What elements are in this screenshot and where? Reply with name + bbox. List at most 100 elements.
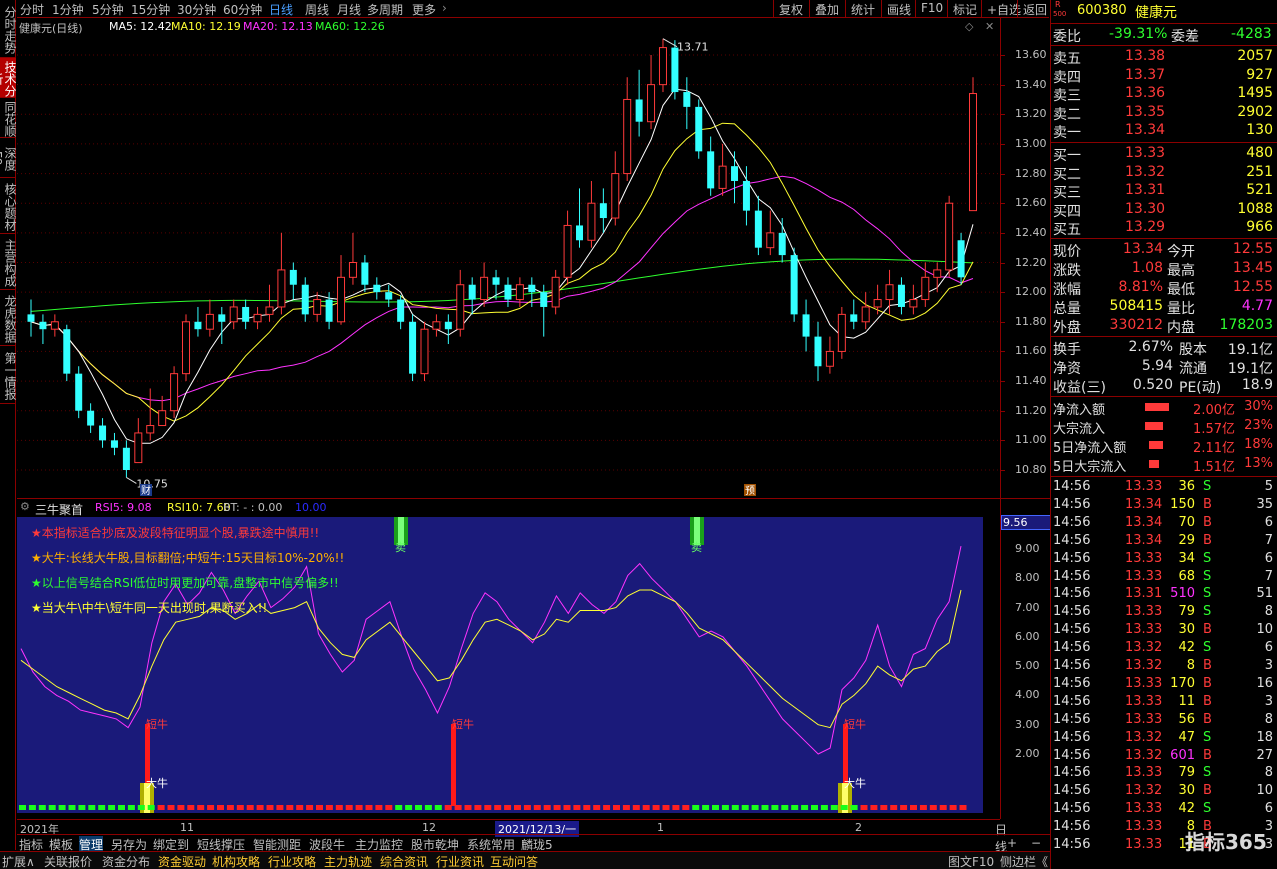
period-9[interactable]: 多周期 <box>367 1 403 18</box>
tick-count: 8 <box>1264 711 1273 727</box>
left-tab-4[interactable]: 核心题材 <box>0 178 17 234</box>
zoom-out-button[interactable]: − <box>1031 836 1041 850</box>
period-1[interactable]: 1分钟 <box>52 1 84 18</box>
extension-tab-2[interactable]: 资金分布 <box>102 853 150 869</box>
candle <box>957 232 965 285</box>
price-tick: 12.20 <box>1015 255 1047 269</box>
bid-row[interactable]: 买二 13.32 251 <box>1053 163 1275 183</box>
left-tab-0[interactable]: 分时走势 <box>0 0 17 58</box>
signal-strip-cell <box>504 805 512 810</box>
toolbar-btn-2[interactable]: 统计 <box>845 0 880 17</box>
ask-row[interactable]: 卖一 13.34 130 <box>1053 121 1275 141</box>
quote-label: 最高 <box>1167 263 1195 279</box>
bid-row[interactable]: 买四 13.30 1088 <box>1053 200 1275 220</box>
flow-row[interactable]: 大宗流入 1.57亿 23% <box>1053 417 1275 437</box>
tick-price: 13.33 <box>1125 819 1163 835</box>
ask-row[interactable]: 卖五 13.38 2057 <box>1053 47 1275 67</box>
period-0[interactable]: 分时 <box>20 1 44 18</box>
extension-tab-7[interactable]: 综合资讯 <box>380 853 428 869</box>
flow-row[interactable]: 5日大宗流入 1.51亿 13% <box>1053 455 1275 475</box>
period-2[interactable]: 5分钟 <box>92 1 124 18</box>
settings-icon[interactable]: ⚙ <box>20 500 30 513</box>
time-label: 11 <box>180 821 194 834</box>
sidebar-toggle[interactable]: 侧边栏《 <box>1000 853 1048 869</box>
toolbar-btn-4[interactable]: F10 <box>915 0 948 17</box>
extension-tab-4[interactable]: 机构攻略 <box>212 853 260 869</box>
period-10[interactable]: 更多 <box>412 1 436 18</box>
flow-row[interactable]: 净流入额 2.00亿 30% <box>1053 398 1275 418</box>
tick-row: 14:56 13.31 510 S 51 <box>1053 585 1275 603</box>
rsi5-value: RSI5: 9.08 <box>95 501 152 514</box>
candlestick-chart[interactable]: 健康元(日线) MA5: 12.42 MA10: 12.19 MA20: 12.… <box>17 18 1000 498</box>
left-tab-2[interactable]: 同花顺 <box>0 98 17 138</box>
period-6[interactable]: 日线 <box>269 1 293 18</box>
ask-row[interactable]: 卖四 13.37 927 <box>1053 66 1275 86</box>
time-label: 12 <box>422 821 436 834</box>
period-4[interactable]: 30分钟 <box>177 1 216 18</box>
left-tab-6[interactable]: 龙虎数据 <box>0 290 17 346</box>
flow-value: 1.57亿 <box>1193 422 1235 437</box>
tick-mark <box>1001 114 1005 116</box>
left-tab-3[interactable]: 深度F9 <box>0 138 17 178</box>
signal-strip-cell <box>355 805 363 810</box>
tick-mark <box>1001 410 1005 412</box>
indicator-note: ★以上信号结合RSI低位时用更加可靠,盘整市中信号偏多!! <box>31 576 339 590</box>
zoom-in-button[interactable]: + <box>1007 836 1017 850</box>
candle <box>933 262 942 293</box>
extension-tab-8[interactable]: 行业资讯 <box>436 853 484 869</box>
left-tab-7[interactable]: 第一情报 <box>0 346 17 404</box>
extension-tab-3[interactable]: 资金驱动 <box>158 853 206 869</box>
extension-tab-9[interactable]: 互动问答 <box>490 853 538 869</box>
candle <box>909 284 918 315</box>
signal-strip-cell <box>761 805 769 810</box>
extension-tab-0[interactable]: 扩展∧ <box>2 853 35 869</box>
tick-time: 14:56 <box>1053 765 1091 781</box>
ask-volume: 130 <box>1246 122 1273 138</box>
bid-row[interactable]: 买五 13.29 966 <box>1053 218 1275 238</box>
tick-price: 13.33 <box>1125 604 1163 620</box>
tick-count: 6 <box>1264 550 1273 566</box>
toolbar-btn-0[interactable]: 复权 <box>773 0 808 17</box>
toolbar-btn-5[interactable]: 标记 <box>947 0 982 17</box>
period-3[interactable]: 15分钟 <box>131 1 170 18</box>
flow-row[interactable]: 5日净流入额 2.11亿 18% <box>1053 436 1275 456</box>
tick-row: 14:56 13.33 36 S 5 <box>1053 478 1275 496</box>
left-tab-1[interactable]: 技术分析 <box>0 58 17 98</box>
candle <box>635 69 643 137</box>
indicator-name[interactable]: 三牛聚首 <box>35 501 83 518</box>
f10-button[interactable]: 图文F10 <box>948 853 994 869</box>
extension-tab-1[interactable]: 关联报价 <box>44 853 92 869</box>
ask-row[interactable]: 卖二 13.35 2902 <box>1053 103 1275 123</box>
candle <box>468 277 476 315</box>
left-tab-5[interactable]: 主营构成 <box>0 234 17 290</box>
bid-volume: 480 <box>1246 145 1273 161</box>
ask-label: 卖一 <box>1053 125 1081 141</box>
chevron-right-icon[interactable]: › <box>442 1 447 15</box>
toolbar-btn-7[interactable]: 返回 <box>1017 0 1052 17</box>
signal-strip-cell <box>415 805 422 810</box>
candle <box>301 277 309 322</box>
extension-tab-6[interactable]: 主力轨迹 <box>324 853 372 869</box>
bid-row[interactable]: 买三 13.31 521 <box>1053 181 1275 201</box>
bid-price: 13.33 <box>1125 145 1166 161</box>
period-7[interactable]: 周线 <box>305 1 329 18</box>
tick-side: B <box>1203 675 1212 691</box>
bid-row[interactable]: 买一 13.33 480 <box>1053 144 1275 164</box>
toolbar-btn-3[interactable]: 画线 <box>881 0 916 17</box>
stock-header: R 500 600380 健康元 <box>1053 0 1275 22</box>
tick-count: 6 <box>1264 640 1273 656</box>
weicha-value: -4283 <box>1231 26 1272 42</box>
period-8[interactable]: 月线 <box>337 1 361 18</box>
signal-strip-cell <box>345 805 353 810</box>
toolbar-btn-1[interactable]: 叠加 <box>809 0 844 17</box>
candle <box>444 314 452 345</box>
indicator-chart[interactable]: 卖 卖短牛 短牛 短牛 大牛 大牛 ★本指标适合抄底及波段特征明显个股,暴跌途中慎用!! ★… <box>17 517 983 813</box>
extension-tab-5[interactable]: 行业攻略 <box>268 853 316 869</box>
indicator-tick: 6.00 <box>1015 629 1040 643</box>
tick-time: 14:56 <box>1053 801 1091 817</box>
candle <box>456 269 465 337</box>
ask-row[interactable]: 卖三 13.36 1495 <box>1053 84 1275 104</box>
period-5[interactable]: 60分钟 <box>223 1 262 18</box>
fundamental-value: 18.9 <box>1241 377 1273 393</box>
indicator-tick: 2.00 <box>1015 747 1040 760</box>
